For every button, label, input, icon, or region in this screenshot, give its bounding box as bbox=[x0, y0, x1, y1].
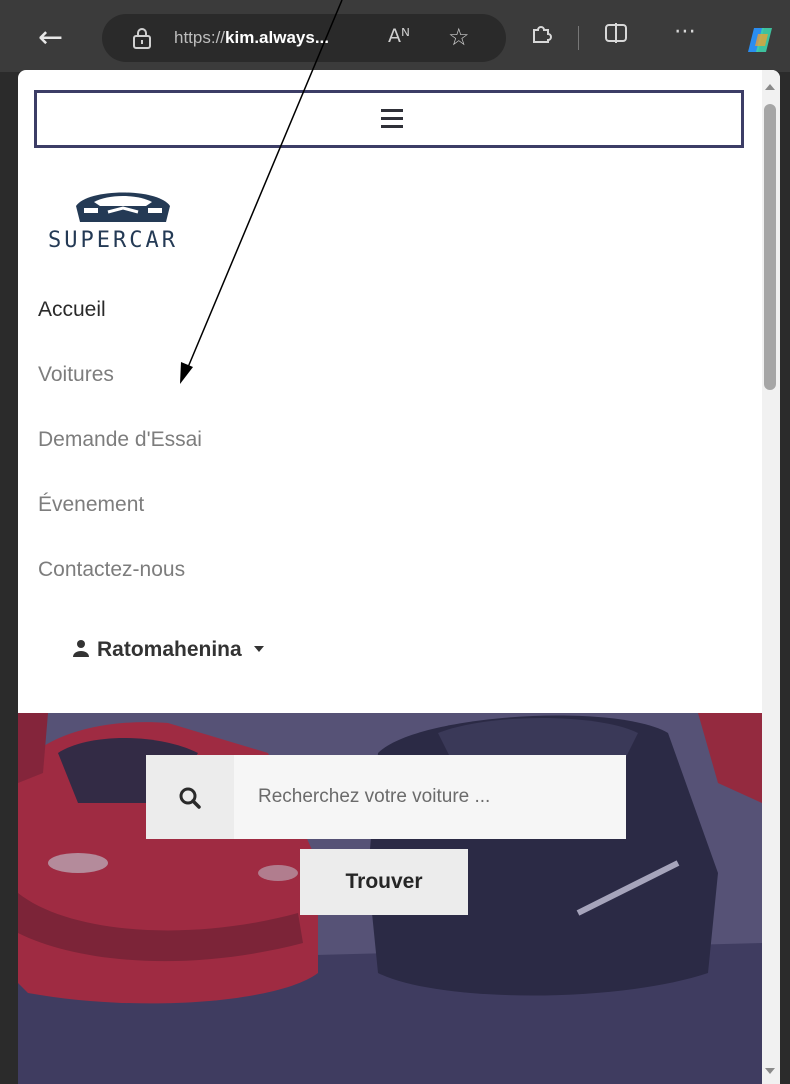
hero-banner: Trouver bbox=[18, 713, 762, 1084]
browser-toolbar: ← https://kim.always... Aᴺ ☆ ⋯ bbox=[0, 0, 790, 72]
search-bar bbox=[146, 755, 626, 839]
lock-icon[interactable] bbox=[132, 27, 152, 49]
search-input[interactable] bbox=[234, 755, 626, 839]
extensions-icon[interactable] bbox=[530, 22, 552, 52]
url-prefix: https:// bbox=[174, 28, 226, 47]
favorite-icon[interactable]: ☆ bbox=[448, 23, 470, 51]
read-aloud-icon[interactable]: Aᴺ bbox=[388, 25, 410, 47]
car-logo-icon bbox=[76, 192, 170, 222]
url-text[interactable]: https://kim.always... bbox=[174, 28, 329, 48]
scroll-up-icon[interactable] bbox=[765, 84, 775, 90]
address-bar[interactable]: https://kim.always... Aᴺ ☆ bbox=[102, 14, 506, 62]
caret-down-icon bbox=[253, 646, 264, 652]
back-icon[interactable]: ← bbox=[38, 18, 78, 58]
scrollbar-track[interactable] bbox=[762, 70, 780, 1084]
search-button[interactable] bbox=[146, 755, 234, 839]
user-dropdown[interactable]: Ratomahenina bbox=[73, 638, 264, 662]
navbar-toggle[interactable] bbox=[34, 90, 744, 148]
nav-item-demande-essai[interactable]: Demande d'Essai bbox=[38, 428, 202, 452]
nav-item-contact[interactable]: Contactez-nous bbox=[38, 558, 185, 582]
user-name: Ratomahenina bbox=[97, 638, 242, 661]
toolbar-divider bbox=[578, 26, 579, 50]
hamburger-menu-icon[interactable] bbox=[381, 109, 403, 133]
scrollbar-thumb[interactable] bbox=[764, 104, 776, 390]
web-page: SUPERCAR Accueil Voitures Demande d'Essa… bbox=[18, 70, 780, 1084]
split-screen-icon[interactable] bbox=[604, 22, 628, 52]
supercar-logo[interactable]: SUPERCAR bbox=[48, 178, 198, 258]
scroll-down-icon[interactable] bbox=[765, 1068, 775, 1074]
nav-item-accueil[interactable]: Accueil bbox=[38, 298, 106, 322]
more-icon[interactable]: ⋯ bbox=[674, 18, 696, 46]
find-button[interactable]: Trouver bbox=[300, 849, 468, 915]
user-icon bbox=[73, 640, 89, 657]
search-icon bbox=[179, 787, 201, 809]
url-domain: kim.always... bbox=[225, 28, 329, 47]
nav-item-evenement[interactable]: Évenement bbox=[38, 493, 144, 517]
logo-text: SUPERCAR bbox=[48, 228, 178, 253]
nav-item-voitures[interactable]: Voitures bbox=[38, 363, 114, 387]
copilot-icon[interactable] bbox=[746, 26, 774, 54]
